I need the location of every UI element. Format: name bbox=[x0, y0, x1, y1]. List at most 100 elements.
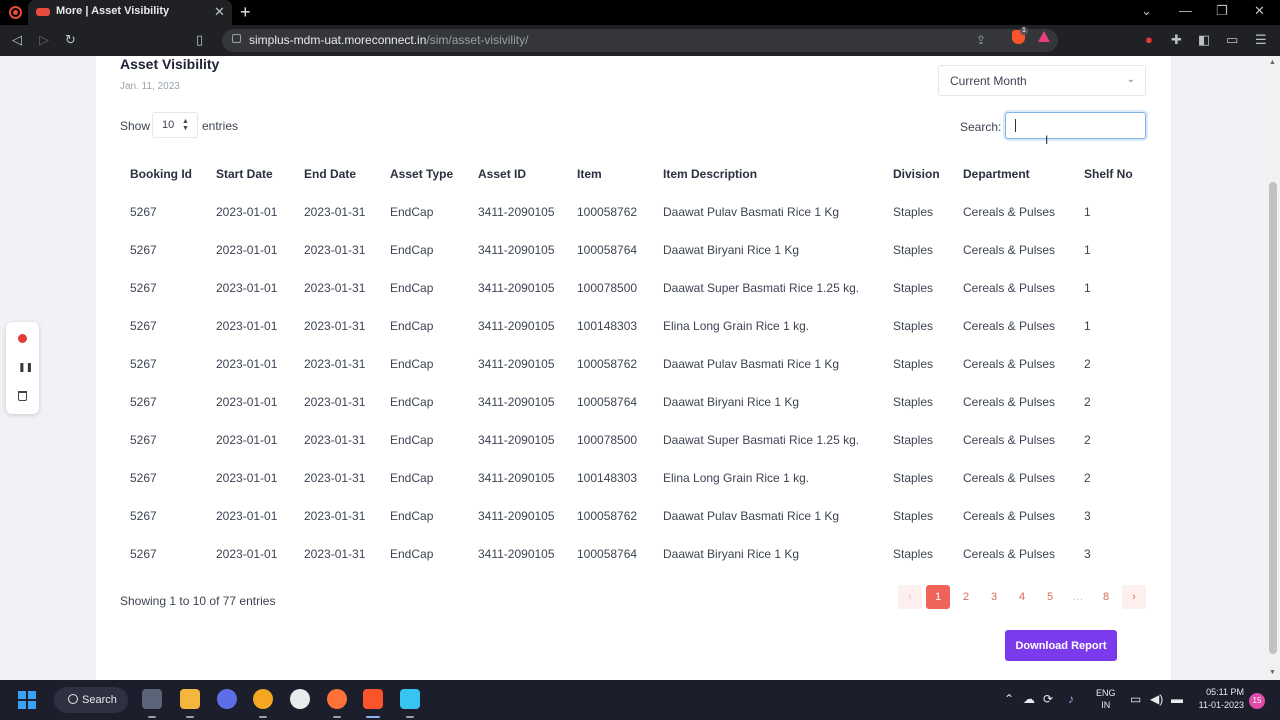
window-close-icon[interactable]: ✕ bbox=[1254, 3, 1265, 19]
brave-rewards-icon[interactable] bbox=[1038, 31, 1050, 42]
battery-icon[interactable]: ▬ bbox=[1171, 692, 1183, 706]
column-header[interactable]: Division bbox=[883, 155, 953, 193]
page-button[interactable]: 1 bbox=[926, 585, 950, 609]
file-explorer-icon[interactable] bbox=[180, 689, 200, 709]
column-header[interactable]: Start Date bbox=[206, 155, 294, 193]
windows-start-icon[interactable] bbox=[18, 691, 36, 709]
period-select[interactable]: Current Month ⌄ bbox=[938, 65, 1146, 96]
onedrive-cloud-icon[interactable]: ☁ bbox=[1023, 692, 1035, 706]
address-bar[interactable]: simplus-mdm-uat.moreconnect.in/sim/asset… bbox=[222, 29, 1058, 52]
up-down-arrows-icon: ▲ ▼ bbox=[182, 118, 189, 132]
table-cell: 2023-01-01 bbox=[216, 471, 278, 485]
table-row: 5267 2023-01-01 2023-01-31 EndCap 3411-20901… bbox=[120, 383, 1146, 421]
tray-overflow-chevron-icon[interactable]: ⌃ bbox=[1004, 692, 1014, 706]
microphone-icon[interactable]: ♪ bbox=[1068, 692, 1074, 706]
table-cell: 2023-01-31 bbox=[304, 205, 366, 219]
column-header[interactable]: Item bbox=[567, 155, 653, 193]
next-page-button[interactable]: › bbox=[1122, 585, 1146, 609]
column-header[interactable]: Asset ID bbox=[468, 155, 567, 193]
reload-icon[interactable]: ↻ bbox=[65, 31, 76, 49]
table-cell: 2023-01-01 bbox=[216, 281, 278, 295]
new-tab-icon[interactable]: + bbox=[240, 1, 251, 23]
page-button[interactable]: 3 bbox=[982, 585, 1006, 609]
scroll-down-icon[interactable]: ▼ bbox=[1269, 669, 1276, 676]
table-cell: Cereals & Pulses bbox=[963, 281, 1056, 295]
firefox-icon[interactable] bbox=[327, 689, 347, 709]
table-row: 5267 2023-01-01 2023-01-31 EndCap 3411-20901… bbox=[120, 345, 1146, 383]
taskbar-clock[interactable]: 05:11 PM 11-01-2023 bbox=[1192, 686, 1244, 712]
page-button[interactable]: 8 bbox=[1094, 585, 1118, 609]
task-view-app-icon[interactable] bbox=[142, 689, 162, 709]
record-icon[interactable] bbox=[18, 334, 27, 343]
pause-icon[interactable]: ❚❚ bbox=[18, 362, 33, 373]
table-cell: 2023-01-31 bbox=[304, 395, 366, 409]
extension-record-icon[interactable]: ● bbox=[1145, 32, 1153, 48]
table-cell: 5267 bbox=[130, 357, 157, 371]
tab-search-chevron-icon[interactable]: ⌄ bbox=[1141, 3, 1152, 19]
bookmark-icon[interactable]: ▯ bbox=[196, 31, 203, 49]
mouse-ibeam-cursor-icon: I bbox=[1045, 133, 1049, 147]
restore-icon[interactable]: ❐ bbox=[1216, 3, 1228, 19]
table-row: 5267 2023-01-01 2023-01-31 EndCap 3411-20901… bbox=[120, 421, 1146, 459]
table-cell: Cereals & Pulses bbox=[963, 319, 1056, 333]
slack-icon[interactable] bbox=[400, 689, 420, 709]
table-cell: 100078500 bbox=[577, 433, 638, 447]
table-cell: 5267 bbox=[130, 205, 157, 219]
page-button[interactable]: 4 bbox=[1010, 585, 1034, 609]
table-cell: Staples bbox=[893, 243, 934, 257]
column-header[interactable]: Item Description bbox=[653, 155, 883, 193]
table-cell: 2 bbox=[1084, 471, 1091, 485]
table-cell: Daawat Super Basmati Rice 1.25 kg. bbox=[663, 433, 860, 447]
entries-label: entries bbox=[202, 119, 239, 133]
table-cell: 2 bbox=[1084, 357, 1091, 371]
share-icon[interactable]: ⇪ bbox=[976, 33, 986, 47]
windows-taskbar: Search ⌃ ☁ ⟳ ♪ ENG IN ▭ ◀) ▬ 05:11 PM 11… bbox=[0, 680, 1280, 720]
notification-badge[interactable]: 15 bbox=[1249, 693, 1265, 709]
table-cell: Cereals & Pulses bbox=[963, 205, 1056, 219]
previous-page-button[interactable]: ‹ bbox=[898, 585, 922, 609]
page-scrollbar[interactable]: ▲ ▼ bbox=[1266, 56, 1280, 680]
table-cell: 3411-2090105 bbox=[478, 509, 555, 523]
sync-icon[interactable]: ⟳ bbox=[1043, 692, 1053, 706]
clock-date: 11-01-2023 bbox=[1198, 700, 1244, 710]
column-header[interactable]: Booking Id bbox=[120, 155, 206, 193]
page-button[interactable]: 5 bbox=[1038, 585, 1062, 609]
brave-browser-icon[interactable] bbox=[363, 689, 383, 709]
asset-table: Booking Id Start Date End Date Asset Type As… bbox=[120, 155, 1146, 573]
minimize-icon[interactable]: — bbox=[1179, 3, 1192, 18]
extensions-puzzle-icon[interactable]: ✚ bbox=[1171, 32, 1182, 48]
page-length-select[interactable]: 10 ▲ ▼ bbox=[152, 112, 198, 138]
page-button[interactable]: 2 bbox=[954, 585, 978, 609]
scrollbar-thumb[interactable] bbox=[1269, 182, 1277, 654]
column-header[interactable]: Shelf No bbox=[1074, 155, 1146, 193]
column-header[interactable]: Department bbox=[953, 155, 1074, 193]
running-indicator bbox=[333, 716, 341, 718]
table-cell: Cereals & Pulses bbox=[963, 547, 1056, 561]
browser-app-icon[interactable] bbox=[217, 689, 237, 709]
trash-icon[interactable] bbox=[18, 391, 27, 401]
forward-icon[interactable]: ▷ bbox=[39, 31, 49, 49]
scroll-up-icon[interactable]: ▲ bbox=[1269, 59, 1276, 66]
download-report-button[interactable]: Download Report bbox=[1005, 630, 1117, 661]
column-header[interactable]: Asset Type bbox=[380, 155, 468, 193]
table-row: 5267 2023-01-01 2023-01-31 EndCap 3411-20901… bbox=[120, 231, 1146, 269]
app-icon[interactable] bbox=[253, 689, 273, 709]
search-input[interactable] bbox=[1005, 112, 1146, 139]
table-cell: 100078500 bbox=[577, 281, 638, 295]
browser-menu-icon[interactable]: ☰ bbox=[1255, 32, 1267, 48]
network-icon[interactable]: ▭ bbox=[1130, 692, 1141, 706]
column-header[interactable]: End Date bbox=[294, 155, 380, 193]
sidebar-icon[interactable]: ◧ bbox=[1198, 32, 1210, 48]
table-cell: 2023-01-31 bbox=[304, 471, 366, 485]
media-app-icon[interactable] bbox=[290, 689, 310, 709]
table-header: Booking Id Start Date End Date Asset Type As… bbox=[120, 155, 1146, 193]
table-cell: Daawat Biryani Rice 1 Kg bbox=[663, 395, 800, 409]
table-cell: Staples bbox=[893, 547, 934, 561]
volume-icon[interactable]: ◀) bbox=[1150, 692, 1163, 706]
browser-tab[interactable]: More | Asset Visibility ✕ bbox=[28, 0, 232, 25]
taskbar-search[interactable]: Search bbox=[54, 687, 128, 713]
wallet-icon[interactable]: ▭ bbox=[1226, 32, 1238, 48]
language-indicator[interactable]: ENG IN bbox=[1096, 687, 1116, 711]
back-icon[interactable]: ◁ bbox=[12, 31, 22, 49]
tab-close-icon[interactable]: ✕ bbox=[214, 4, 225, 20]
